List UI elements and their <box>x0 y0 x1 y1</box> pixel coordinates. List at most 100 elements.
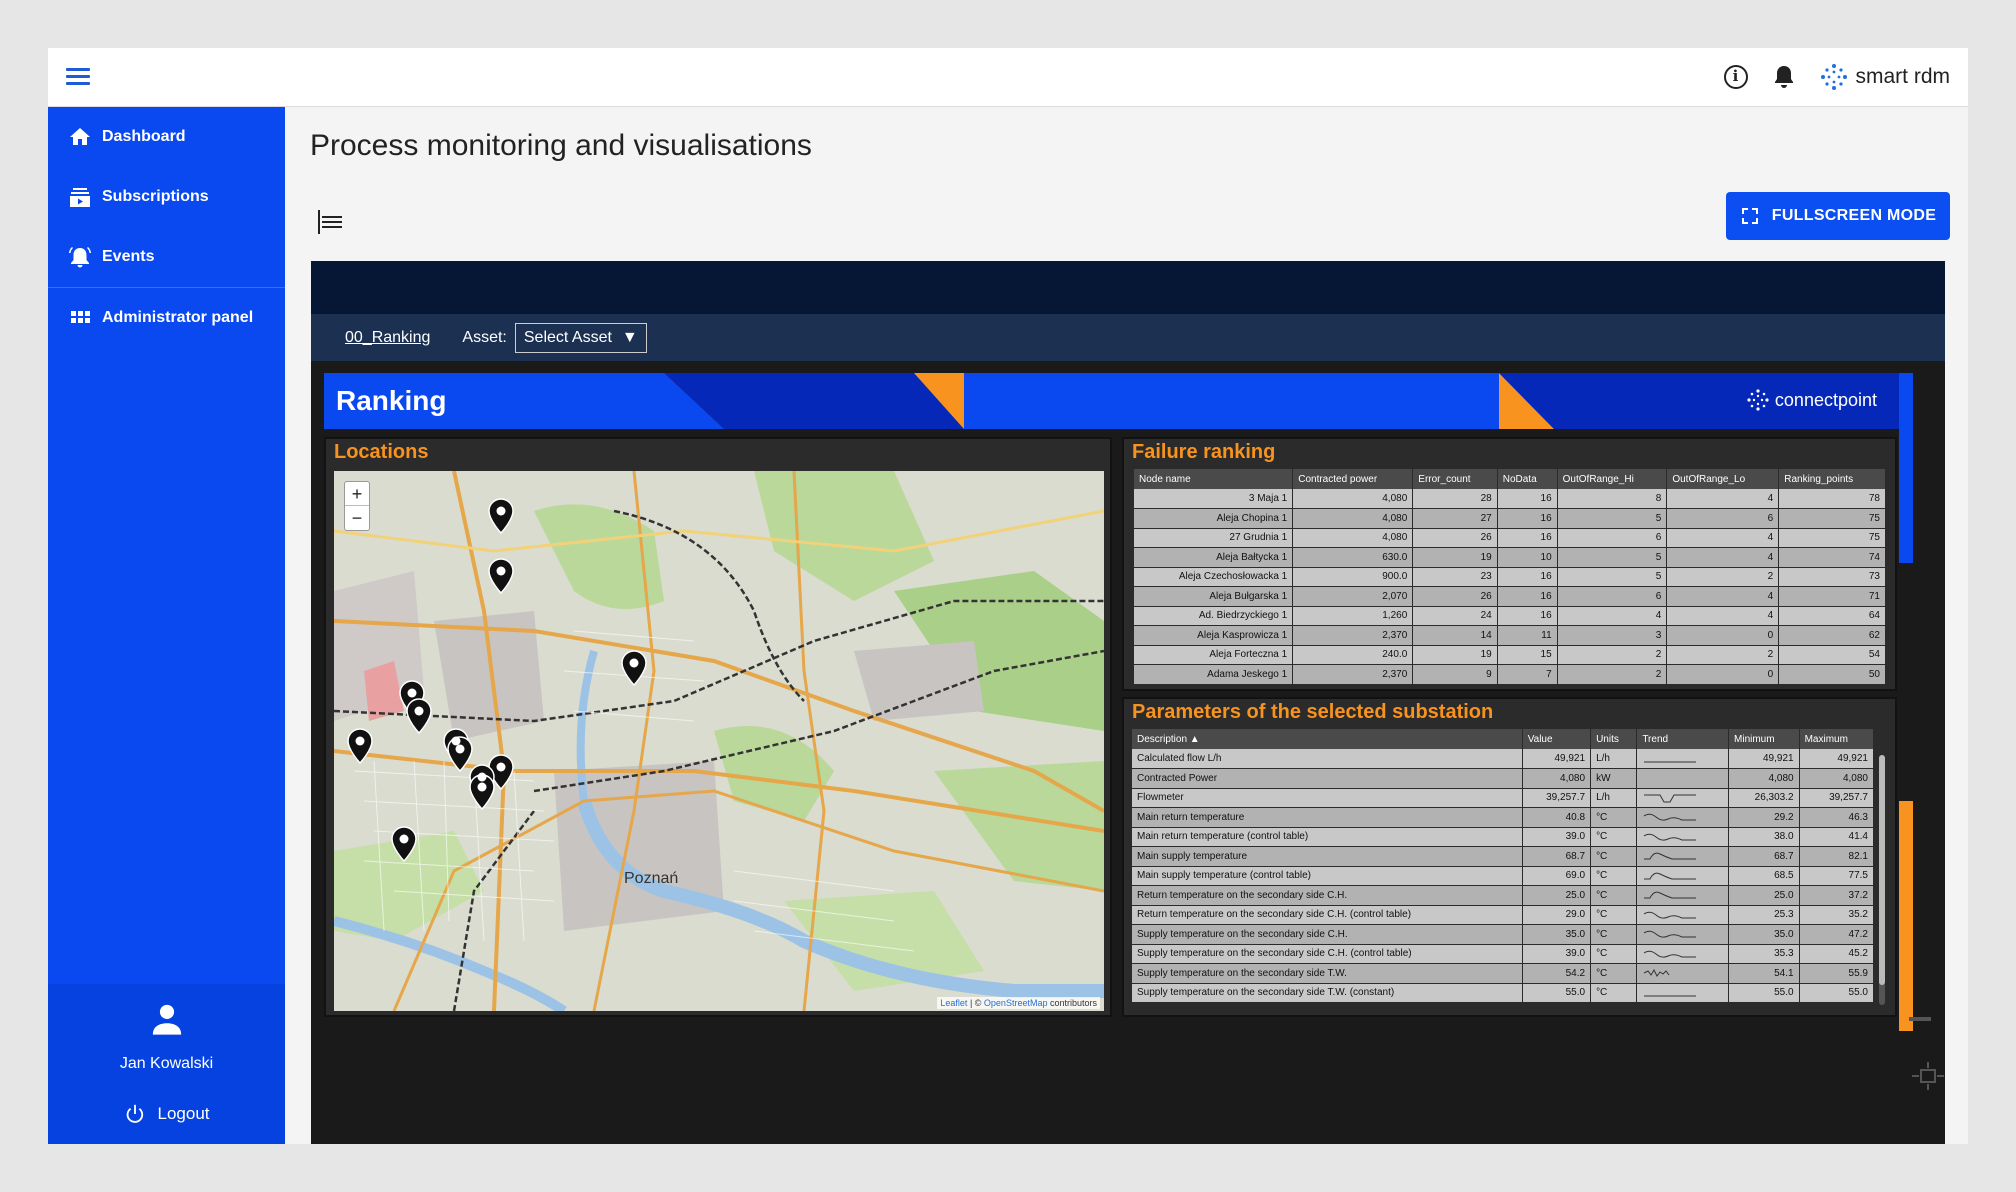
connectpoint-name: connectpoint <box>1774 389 1877 410</box>
table-cell: 4 <box>1666 489 1780 509</box>
table-row[interactable]: 27 Grudnia 1 4,080 26 16 6 4 75 <box>1134 528 1886 548</box>
table-row[interactable]: Main supply temperature 68.7 °C 68.7 82.1 <box>1132 846 1874 867</box>
table-cell: 25.0 <box>1522 885 1592 906</box>
table-row[interactable]: Supply temperature on the secondary side… <box>1132 944 1874 964</box>
table-cell: 39,257.7 <box>1799 788 1874 808</box>
table-row[interactable]: Main return temperature 40.8 °C 29.2 46.3 <box>1132 807 1874 828</box>
osm-link[interactable]: OpenStreetMap <box>984 998 1048 1008</box>
table-row[interactable]: Ad. Biedrzyckiego 1 1,260 24 16 4 4 64 <box>1134 606 1886 626</box>
parameters-title: Parameters of the selected substation <box>1132 701 1494 723</box>
column-header[interactable]: Minimum <box>1728 729 1800 749</box>
failure-ranking-title: Failure ranking <box>1132 441 1276 463</box>
table-row[interactable]: Aleja Bułgarska 1 2,070 26 16 6 4 71 <box>1134 586 1886 607</box>
table-cell: 29.0 <box>1522 905 1592 925</box>
table-row[interactable]: Supply temperature on the secondary side… <box>1132 924 1874 945</box>
failure-ranking-panel: Failure ranking Node name Contracted powe… <box>1122 437 1897 691</box>
sidebar-item-administrator-panel[interactable]: Administrator panel <box>48 288 285 348</box>
table-cell: 16 <box>1497 586 1558 607</box>
zoom-in-button[interactable]: + <box>345 482 369 506</box>
table-cell: 74 <box>1778 547 1886 568</box>
leaflet-link[interactable]: Leaflet <box>940 998 967 1008</box>
trend-sparkline <box>1636 768 1730 789</box>
table-cell: 29.2 <box>1728 807 1800 828</box>
table-cell: 15 <box>1497 645 1558 665</box>
table-row[interactable]: Contracted Power 4,080 kW 4,080 4,080 <box>1132 768 1874 789</box>
table-row[interactable]: Flowmeter 39,257.7 L/h 26,303.2 39,257.7 <box>1132 788 1874 808</box>
zoom-out-button[interactable]: − <box>345 506 369 530</box>
user-icon <box>152 1004 181 1035</box>
table-row[interactable]: Aleja Chopina 1 4,080 27 16 5 6 75 <box>1134 508 1886 529</box>
sidebar-item-events[interactable]: Events <box>48 227 285 287</box>
menu-icon[interactable] <box>66 68 90 86</box>
column-header[interactable]: OutOfRange_Lo <box>1666 469 1780 489</box>
column-header[interactable]: Contracted power <box>1292 469 1414 489</box>
attribution-suffix: contributors <box>1047 998 1097 1008</box>
column-header[interactable]: Units <box>1590 729 1638 749</box>
table-row[interactable]: Adama Jeskego 1 2,370 9 7 2 0 50 <box>1134 664 1886 685</box>
sidebar-item-dashboard[interactable]: Dashboard <box>48 107 285 167</box>
logout-button[interactable]: Logout <box>48 1103 285 1125</box>
table-row[interactable]: 3 Maja 1 4,080 28 16 8 4 78 <box>1134 489 1886 509</box>
table-row[interactable]: Aleja Kasprowicza 1 2,370 14 11 3 0 62 <box>1134 625 1886 646</box>
table-row[interactable]: Main return temperature (control table) 3… <box>1132 827 1874 847</box>
panel-resize-bar[interactable] <box>1909 1017 1931 1021</box>
table-row[interactable]: Aleja Forteczna 1 240.0 19 15 2 2 54 <box>1134 645 1886 665</box>
table-cell: 26 <box>1412 528 1498 548</box>
table-row[interactable]: Calculated flow L/h 49,921 L/h 49,921 49,921 <box>1132 749 1874 769</box>
table-cell: Main supply temperature (control table) <box>1132 866 1523 886</box>
column-header[interactable]: Error_count <box>1412 469 1498 489</box>
parameters-scrollbar-thumb[interactable] <box>1879 755 1885 985</box>
table-cell: 24 <box>1412 606 1498 626</box>
column-header[interactable]: NoData <box>1497 469 1558 489</box>
table-row[interactable]: Supply temperature on the secondary side… <box>1132 983 1874 1003</box>
table-cell: Adama Jeskego 1 <box>1134 664 1294 685</box>
fullscreen-button[interactable]: FULLSCREEN MODE <box>1726 192 1950 240</box>
parameters-table-wrap[interactable]: Description ▲ Value Units Trend Minimum Maxim… <box>1132 729 1874 1015</box>
sidebar-item-subscriptions[interactable]: Subscriptions <box>48 167 285 227</box>
table-cell: Aleja Kasprowicza 1 <box>1134 625 1294 646</box>
table-row[interactable]: Supply temperature on the secondary side… <box>1132 963 1874 984</box>
map-view[interactable]: Poznań + − Leaflet | © OpenStreetMap con… <box>334 471 1104 1011</box>
dashboard-frame: 00_Ranking Asset: Select Asset ▼ Ranking… <box>311 261 1945 1144</box>
table-row[interactable]: Return temperature on the secondary side… <box>1132 885 1874 906</box>
table-cell: L/h <box>1590 788 1638 808</box>
table-cell: 6 <box>1557 528 1668 548</box>
asset-select[interactable]: Select Asset ▼ <box>514 322 647 353</box>
column-header[interactable]: Trend <box>1636 729 1730 749</box>
table-row[interactable]: Aleja Bałtycka 1 630.0 19 10 5 4 74 <box>1134 547 1886 568</box>
failure-ranking-table: Node name Contracted power Error_count NoDa… <box>1134 469 1886 685</box>
table-cell: 0 <box>1666 625 1780 646</box>
trend-sparkline <box>1636 788 1730 808</box>
connectpoint-logo: connectpoint <box>1747 389 1877 411</box>
table-cell: 4,080 <box>1292 508 1414 529</box>
table-cell: Supply temperature on the secondary side… <box>1132 963 1523 984</box>
map-city-label: Poznań <box>624 870 678 887</box>
column-header[interactable]: Node name <box>1134 469 1294 489</box>
column-header[interactable]: Ranking_points <box>1778 469 1886 489</box>
table-cell: 39.0 <box>1522 944 1592 964</box>
table-cell: 55.0 <box>1799 983 1874 1003</box>
sidebar-item-label: Subscriptions <box>102 188 209 205</box>
attribution-separator: | © <box>967 998 984 1008</box>
column-header[interactable]: Value <box>1522 729 1592 749</box>
table-cell: 16 <box>1497 508 1558 529</box>
locations-title: Locations <box>334 441 429 463</box>
table-cell: Aleja Bałtycka 1 <box>1134 547 1294 568</box>
ranking-link[interactable]: 00_Ranking <box>345 329 430 347</box>
bell-icon[interactable] <box>1772 64 1796 90</box>
column-header[interactable]: Maximum <box>1799 729 1874 749</box>
brand-logo-icon <box>1820 64 1847 90</box>
column-header[interactable]: OutOfRange_Hi <box>1557 469 1668 489</box>
table-row[interactable]: Aleja Czechosłowacka 1 900.0 23 16 5 2 73 <box>1134 567 1886 587</box>
info-icon[interactable]: i <box>1723 65 1748 89</box>
logout-label: Logout <box>157 1104 210 1123</box>
table-cell: 64 <box>1778 606 1886 626</box>
table-row[interactable]: Return temperature on the secondary side… <box>1132 905 1874 925</box>
column-header[interactable]: Description ▲ <box>1132 729 1523 749</box>
table-cell: 8 <box>1557 489 1668 509</box>
parameters-scrollbar[interactable] <box>1879 755 1885 1005</box>
table-cell: 39.0 <box>1522 827 1592 847</box>
list-toggle-icon[interactable] <box>316 207 346 237</box>
table-row[interactable]: Main supply temperature (control table) 6… <box>1132 866 1874 886</box>
move-handle-icon[interactable] <box>1911 1061 1945 1091</box>
